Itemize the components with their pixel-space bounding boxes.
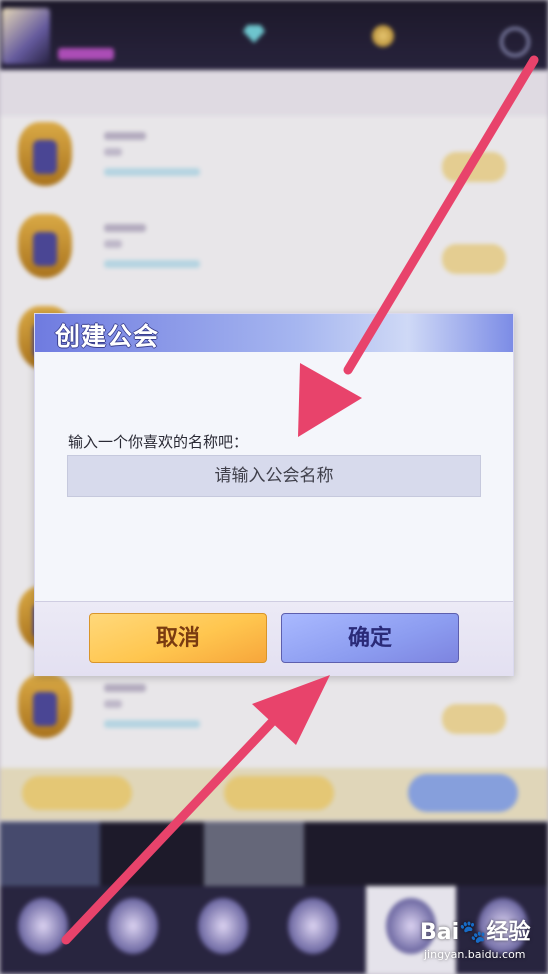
baidu-jingyan-logo: Bai🐾经验 xyxy=(420,920,531,945)
annotation-arrows xyxy=(61,55,539,945)
arrow-to-input xyxy=(298,55,539,437)
arrow-to-confirm xyxy=(61,675,330,945)
watermark: Bai🐾经验 jingyan.baidu.com xyxy=(418,914,548,974)
watermark-url: jingyan.baidu.com xyxy=(424,948,526,961)
